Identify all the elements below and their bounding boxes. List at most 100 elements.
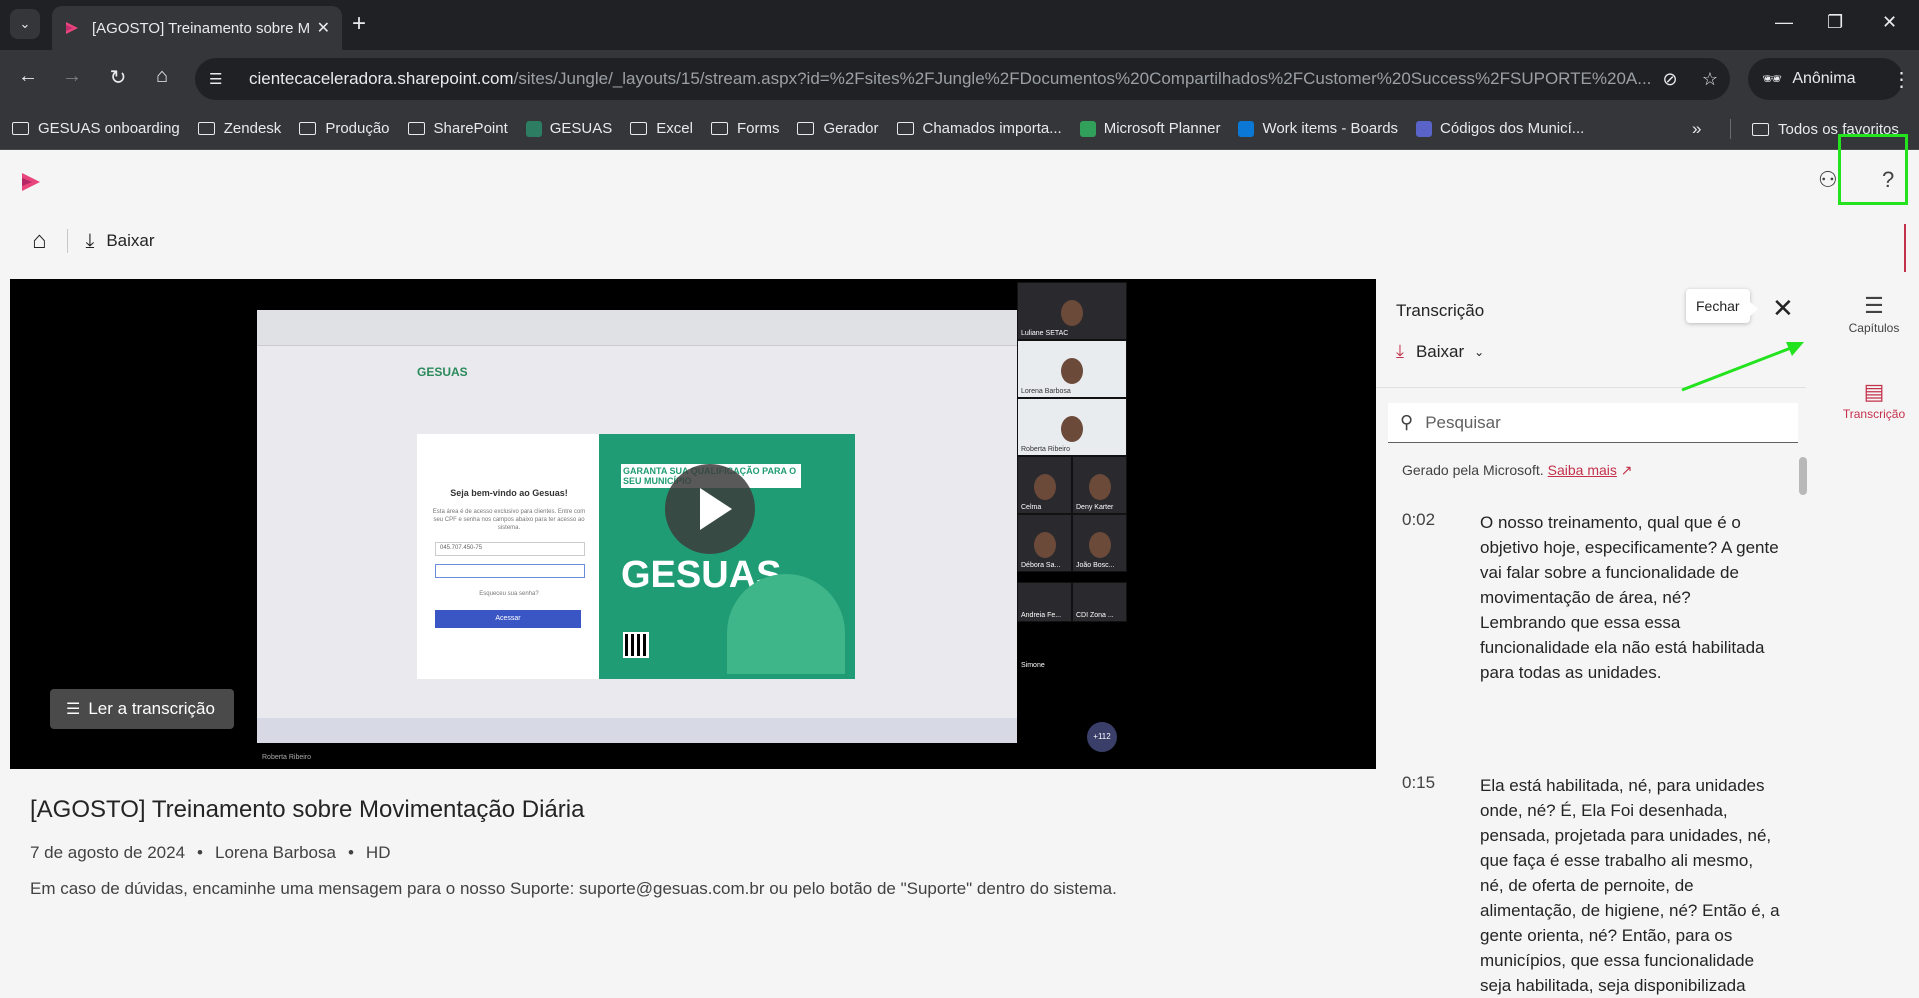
transcript-entry[interactable]: 0:02 O nosso treinamento, qual que é o o… [1402,510,1792,685]
password-field [435,564,585,578]
search-input[interactable] [1425,412,1766,433]
read-transcript-button[interactable]: ☰ Ler a transcrição [50,689,234,729]
participant-tile: Simone [1017,632,1072,672]
bookmark-planner[interactable]: Microsoft Planner [1079,120,1220,137]
person-silhouette [1033,531,1056,558]
person-silhouette [1088,531,1111,558]
stream-logo-icon[interactable] [20,171,42,193]
participant-name: Roberta Ribeiro [1021,446,1071,453]
bookmarks-divider [1730,119,1731,139]
home-icon[interactable]: ⌂ [148,65,176,88]
folder-icon [797,122,815,135]
entry-timestamp[interactable]: 0:15 [1402,773,1480,998]
participant-name: Celma [1021,504,1042,511]
bookmark-gerador[interactable]: Gerador [797,120,879,137]
person-silhouette [1061,299,1083,326]
folder-icon [12,122,29,135]
bookmark-label: GESUAS onboarding [38,120,180,137]
address-bar[interactable]: ☰ cientecaceleradora.sharepoint.com/site… [195,58,1730,100]
bookmark-sharepoint[interactable]: SharePoint [407,120,508,137]
bookmark-label: Chamados importa... [922,120,1062,137]
transcript-entry[interactable]: 0:15 Ela está habilitada, né, para unida… [1402,773,1792,998]
participant-tile: Lorena Barbosa [1017,340,1127,398]
bookmark-gesuas-onboarding[interactable]: GESUAS onboarding [12,120,180,137]
video-player[interactable]: GESUAS Seja bem-vindo ao Gesuas! Esta ár… [10,279,1376,769]
transcript-icon: ▤ [1863,379,1885,404]
folder-icon [407,122,425,135]
entry-timestamp[interactable]: 0:02 [1402,510,1480,685]
download-icon: ⤓ [1396,341,1404,361]
right-rail: ☰ Capítulos ▤ Transcrição [1808,279,1919,985]
star-icon[interactable]: ☆ [1690,69,1730,90]
bookmark-work-items[interactable]: Work items - Boards [1238,120,1398,137]
annotation-arrow-icon [1681,342,1804,392]
participant-tile: João Bosc... [1072,514,1127,572]
tab-close-icon[interactable]: ✕ [317,18,330,38]
back-icon[interactable]: ← [14,65,42,88]
forward-icon[interactable]: → [58,65,86,88]
tab-search-chevron-icon[interactable]: ⌄ [10,9,40,39]
participant-name: CDI Zona ... [1076,612,1114,619]
bookmark-producao[interactable]: Produção [299,120,390,137]
link-icon [1416,120,1433,137]
home-nav-icon[interactable]: ⌂ [32,227,47,255]
bookmark-label: Forms [736,120,780,137]
participant-tile: Luliane SETAC [1017,282,1127,340]
bookmark-excel[interactable]: Excel [630,120,693,137]
more-bookmarks-icon[interactable]: » [1692,119,1701,139]
bookmarks-bar: GESUAS onboarding Zendesk Produção Share… [0,108,1919,150]
bookmark-gesuas[interactable]: GESUAS [525,120,613,137]
chapters-button[interactable]: ☰ Capítulos [1838,293,1910,335]
chevron-down-icon: ⌄ [1474,344,1485,359]
bookmark-label: GESUAS [549,120,613,137]
download-button[interactable]: Baixar [106,231,154,251]
reload-icon[interactable]: ↻ [104,65,132,90]
participant-name: Lorena Barbosa [1021,388,1071,395]
video-date: 7 de agosto de 2024 [30,843,186,862]
folder-icon [1752,122,1769,136]
close-icon[interactable]: ✕ [1772,293,1794,324]
folder-icon [299,122,317,135]
restore-icon[interactable]: ❐ [1827,12,1843,33]
download-icon[interactable]: ⤓ [86,230,95,253]
search-icon: ⚲ [1400,412,1414,432]
share-people-icon[interactable]: ⚇ [1818,167,1838,193]
browser-tab[interactable]: [AGOSTO] Treinamento sobre M ✕ [52,6,342,50]
lines-icon: ☰ [66,701,81,718]
gesuas-brand: GESUAS [417,365,468,379]
participant-tile: Celma [1017,456,1072,514]
bookmark-chamados[interactable]: Chamados importa... [896,120,1062,137]
divider [66,229,68,253]
eye-off-icon[interactable]: ⊘ [1650,69,1690,90]
url-host: cientecaceleradora.sharepoint.com [249,69,514,88]
participant-name: Deny Karter [1076,504,1114,511]
more-participants-badge: +112 [1087,722,1117,752]
browser-toolbar: ← → ↻ ⌂ ☰ cientecaceleradora.sharepoint.… [0,50,1919,108]
active-tab-indicator [1904,224,1906,272]
scrollbar-thumb[interactable] [1799,457,1807,495]
bookmark-codigos[interactable]: Códigos dos Municí... [1416,120,1584,137]
url-text[interactable]: cientecaceleradora.sharepoint.com/sites/… [249,69,1650,89]
participant-tile: Roberta Ribeiro [1017,398,1127,456]
play-button[interactable] [665,464,755,554]
minimize-icon[interactable]: — [1775,12,1793,33]
incognito-profile-button[interactable]: 🕶 Anônima ⋮ [1748,58,1911,100]
transcript-download-button[interactable]: ⤓ Baixar ⌄ [1396,341,1484,362]
gesuas-favicon-icon [525,120,542,137]
menu-dots-icon[interactable]: ⋮ [1891,67,1911,92]
bookmark-zendesk[interactable]: Zendesk [197,120,281,137]
participant-name: João Bosc... [1076,562,1115,569]
learn-more-link[interactable]: Saiba mais [1548,462,1617,478]
separator-dot: • [347,843,354,862]
close-window-icon[interactable]: ✕ [1882,12,1897,33]
site-info-icon[interactable]: ☰ [209,70,233,88]
person-silhouette [1061,357,1083,384]
command-bar: ⌂ ⤓ Baixar [32,227,155,255]
tab-title: [AGOSTO] Treinamento sobre M [92,19,309,37]
new-tab-icon[interactable]: + [352,12,366,36]
transcript-tab-button[interactable]: ▤ Transcrição [1838,379,1910,421]
person-silhouette [1088,473,1111,500]
transcript-search[interactable]: ⚲ [1388,403,1798,443]
bookmark-forms[interactable]: Forms [710,120,780,137]
entry-text: O nosso treinamento, qual que é o objeti… [1480,513,1779,682]
